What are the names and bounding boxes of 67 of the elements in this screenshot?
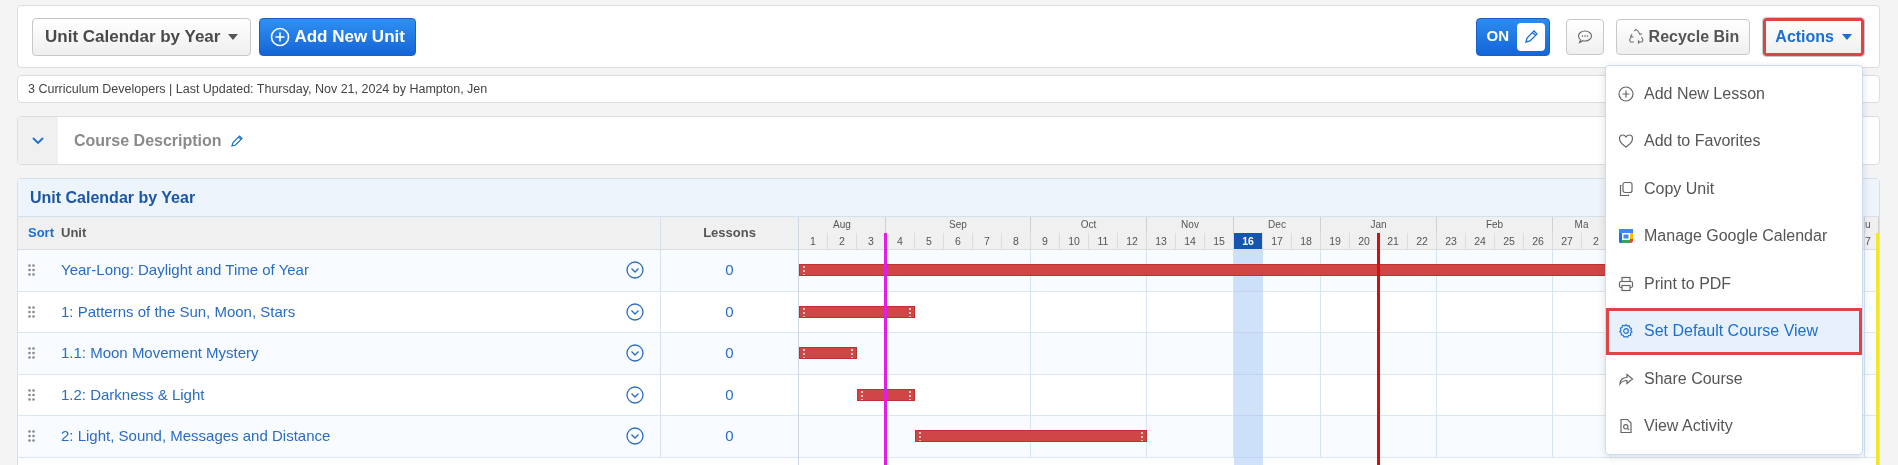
week-number: 25 [1503, 235, 1515, 247]
menu-item[interactable]: Share Course [1606, 355, 1862, 403]
week-number: 7 [984, 235, 990, 247]
recycle-bin-button[interactable]: Recycle Bin [1615, 18, 1751, 55]
week-number: 6 [955, 235, 961, 247]
menu-item[interactable]: Add to Favorites [1606, 117, 1862, 165]
panel-title: Unit Calendar by Year [30, 187, 196, 208]
week-number: 5 [926, 235, 932, 247]
unit-link[interactable]: 1.1: Moon Movement Mystery [61, 342, 259, 365]
month-label: Dec [1268, 219, 1286, 230]
week-number: 2 [839, 235, 845, 247]
month-label: Feb [1485, 219, 1504, 230]
week-number: 9 [1042, 235, 1048, 247]
week-number: 12 [1126, 235, 1138, 247]
week-number: 15 [1213, 235, 1225, 247]
week-number: 13 [1155, 235, 1167, 247]
week-number: 7 [1865, 235, 1871, 247]
week-number: 24 [1474, 235, 1486, 247]
view-dropdown[interactable]: Unit Calendar by Year [32, 17, 252, 56]
menu-item[interactable]: Add New Lesson [1606, 70, 1862, 118]
week-number: 10 [1068, 235, 1080, 247]
week-number: 22 [1416, 235, 1428, 247]
week-number: 3 [868, 235, 874, 247]
month-label: u [1865, 219, 1871, 230]
edit-toggle[interactable]: ON [1475, 17, 1550, 56]
month-label: Ma [1574, 219, 1589, 230]
lesson-count[interactable]: 0 [725, 300, 734, 323]
menu-item[interactable]: Copy Unit [1606, 165, 1862, 213]
week-number: 23 [1445, 235, 1457, 247]
month-label: Sep [949, 219, 967, 230]
menu-item[interactable]: Print to PDF [1606, 260, 1862, 308]
actions-button[interactable]: Actions [1762, 16, 1865, 57]
week-number: 16 [1242, 235, 1254, 247]
week-number: 14 [1184, 235, 1196, 247]
month-label: Jan [1370, 219, 1387, 230]
lesson-count[interactable]: 0 [725, 383, 734, 406]
lesson-count[interactable]: 0 [725, 342, 734, 365]
column-header: Lessons [703, 224, 756, 243]
week-number: 4 [897, 235, 903, 247]
lesson-count[interactable]: 0 [725, 425, 734, 448]
week-number: 1 [810, 235, 816, 247]
month-label: Aug [833, 219, 851, 230]
menu-item[interactable]: View Activity [1606, 402, 1862, 450]
week-number: 17 [1271, 235, 1283, 247]
lesson-count[interactable]: 0 [725, 259, 734, 282]
week-number: 21 [1387, 235, 1399, 247]
week-number: 11 [1097, 235, 1109, 247]
unit-link[interactable]: 1.2: Darkness & Light [61, 383, 205, 406]
column-header: Unit [61, 224, 87, 243]
unit-link[interactable]: Year-Long: Daylight and Time of Year [61, 259, 309, 282]
unit-link[interactable]: 2: Light, Sound, Messages and Distance [61, 425, 331, 448]
unit-link[interactable]: 1: Patterns of the Sun, Moon, Stars [61, 300, 296, 323]
month-label: Oct [1080, 219, 1097, 230]
add-unit-button[interactable]: Add New Unit [259, 17, 416, 56]
sort-link[interactable]: Sort [18, 223, 61, 243]
course-description-title: Course Description [74, 130, 222, 151]
week-number: 2 [1593, 235, 1599, 247]
update-info: 3 Curriculum Developers | Last Updated: Thursday, Nov 21, 2024 by Hampton, Jen [28, 80, 488, 98]
week-number: 19 [1329, 235, 1341, 247]
week-number: 8 [1013, 235, 1019, 247]
week-number: 20 [1358, 235, 1370, 247]
month-label: Nov [1181, 219, 1199, 230]
week-number: 26 [1532, 235, 1544, 247]
menu-item[interactable]: Set Default Course View [1606, 307, 1862, 355]
week-number: 27 [1561, 235, 1573, 247]
week-number: 18 [1300, 235, 1312, 247]
menu-item[interactable]: Manage Google Calendar [1606, 212, 1862, 260]
